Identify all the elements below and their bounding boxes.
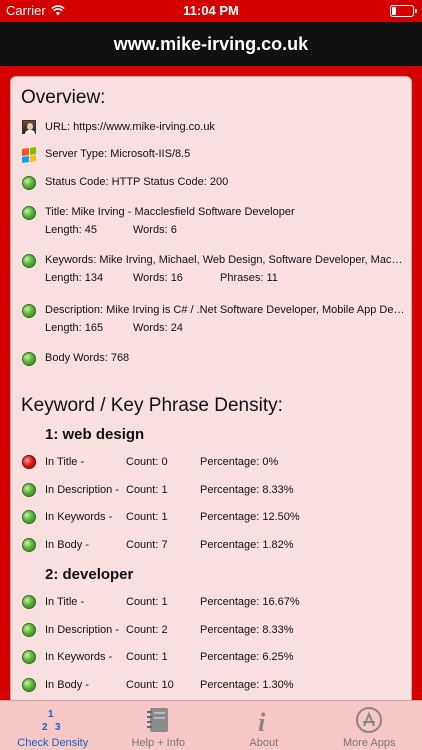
density-label: In Description - xyxy=(45,483,119,496)
tab-label: About xyxy=(249,737,279,749)
tab-label: More Apps xyxy=(342,737,396,749)
density-count: Count: 7 xyxy=(126,538,168,551)
results-panel[interactable]: Overview: URL: https://www.mike-irving.c… xyxy=(10,76,412,716)
svg-text:i: i xyxy=(258,708,266,733)
keywords-words: Words: 16 xyxy=(133,272,183,284)
green-status-icon xyxy=(22,510,36,524)
density-percentage: Percentage: 12.50% xyxy=(200,511,300,523)
density-label: In Keywords - xyxy=(45,511,113,523)
nav-title: www.mike-irving.co.uk xyxy=(0,22,422,66)
tab-label: Check Density xyxy=(17,737,89,749)
info-icon: i xyxy=(258,708,266,733)
overview-heading: Overview: xyxy=(21,87,106,108)
url-text: URL: https://www.mike-irving.co.uk xyxy=(45,121,215,133)
keywords-length: Length: 134 xyxy=(45,272,104,284)
keywords-text: Keywords: Mike Irving, Michael, Web Desi… xyxy=(45,254,405,266)
density-heading: Keyword / Key Phrase Density: xyxy=(21,395,283,416)
status-bar: Carrier 11:04 PM xyxy=(0,0,422,22)
description-text: Description: Mike Irving is C# / .Net So… xyxy=(45,304,405,316)
notebook-icon xyxy=(147,708,169,732)
green-status-icon xyxy=(22,352,36,366)
tab-about[interactable]: i About xyxy=(211,701,317,750)
title-words: Words: 6 xyxy=(133,224,177,236)
svg-text:3: 3 xyxy=(55,722,61,733)
density-percentage: Percentage: 8.33% xyxy=(200,483,294,496)
density-percentage: Percentage: 0% xyxy=(200,456,279,468)
status-time: 11:04 PM xyxy=(183,3,239,18)
density-icon: 1 2 3 xyxy=(42,709,61,733)
keyword-group-title: 1: web design xyxy=(45,426,145,443)
green-status-icon xyxy=(22,304,36,318)
density-label: In Keywords - xyxy=(45,651,113,663)
description-length: Length: 165 xyxy=(45,322,104,334)
density-percentage: Percentage: 8.33% xyxy=(200,623,294,636)
density-count: Count: 10 xyxy=(126,678,174,691)
keywords-phrases: Phrases: 11 xyxy=(220,272,278,284)
green-status-icon xyxy=(22,650,36,664)
green-status-icon xyxy=(22,537,36,552)
green-status-icon xyxy=(22,176,36,190)
tab-more-apps[interactable]: More Apps xyxy=(317,701,422,750)
density-label: In Title - xyxy=(45,596,85,608)
green-status-icon xyxy=(22,595,36,609)
green-status-icon xyxy=(22,254,36,268)
green-status-icon xyxy=(22,677,36,692)
status-code-text: Status Code: HTTP Status Code: 200 xyxy=(45,176,229,188)
title-text: Title: Mike Irving - Macclesfield Softwa… xyxy=(45,206,295,218)
density-count: Count: 1 xyxy=(126,511,168,523)
green-status-icon xyxy=(22,482,36,497)
app-store-icon xyxy=(356,707,383,733)
density-percentage: Percentage: 1.30% xyxy=(200,678,294,691)
green-status-icon xyxy=(22,622,36,637)
keyword-group-title: 2: developer xyxy=(45,566,134,583)
density-count: Count: 1 xyxy=(126,651,168,663)
red-status-icon xyxy=(22,455,36,469)
density-count: Count: 1 xyxy=(126,483,168,496)
battery-fill xyxy=(392,7,397,15)
windows-logo-icon xyxy=(22,147,36,163)
density-count: Count: 0 xyxy=(126,456,168,468)
server-text: Server Type: Microsoft-IIS/8.5 xyxy=(45,148,191,160)
density-percentage: Percentage: 6.25% xyxy=(200,651,294,663)
tab-bar: 1 2 3 Check Density Help + Info i About … xyxy=(0,700,422,750)
density-label: In Body - xyxy=(45,538,90,551)
density-label: In Body - xyxy=(45,678,90,691)
density-count: Count: 1 xyxy=(126,596,168,608)
avatar-icon xyxy=(22,120,36,134)
title-length: Length: 45 xyxy=(45,224,97,236)
density-count: Count: 2 xyxy=(126,623,168,636)
tab-label: Help + Info xyxy=(131,737,185,749)
description-words: Words: 24 xyxy=(133,322,183,334)
density-label: In Title - xyxy=(45,456,85,468)
battery-icon xyxy=(390,5,417,17)
tab-help-info[interactable]: Help + Info xyxy=(106,701,212,750)
body-words-text: Body Words: 768 xyxy=(45,352,130,364)
density-percentage: Percentage: 16.67% xyxy=(200,596,300,608)
svg-text:2: 2 xyxy=(42,722,48,733)
tab-check-density[interactable]: 1 2 3 Check Density xyxy=(0,701,106,750)
density-percentage: Percentage: 1.82% xyxy=(200,538,294,551)
density-label: In Description - xyxy=(45,623,119,636)
svg-text:1: 1 xyxy=(48,709,54,720)
green-status-icon xyxy=(22,206,36,220)
